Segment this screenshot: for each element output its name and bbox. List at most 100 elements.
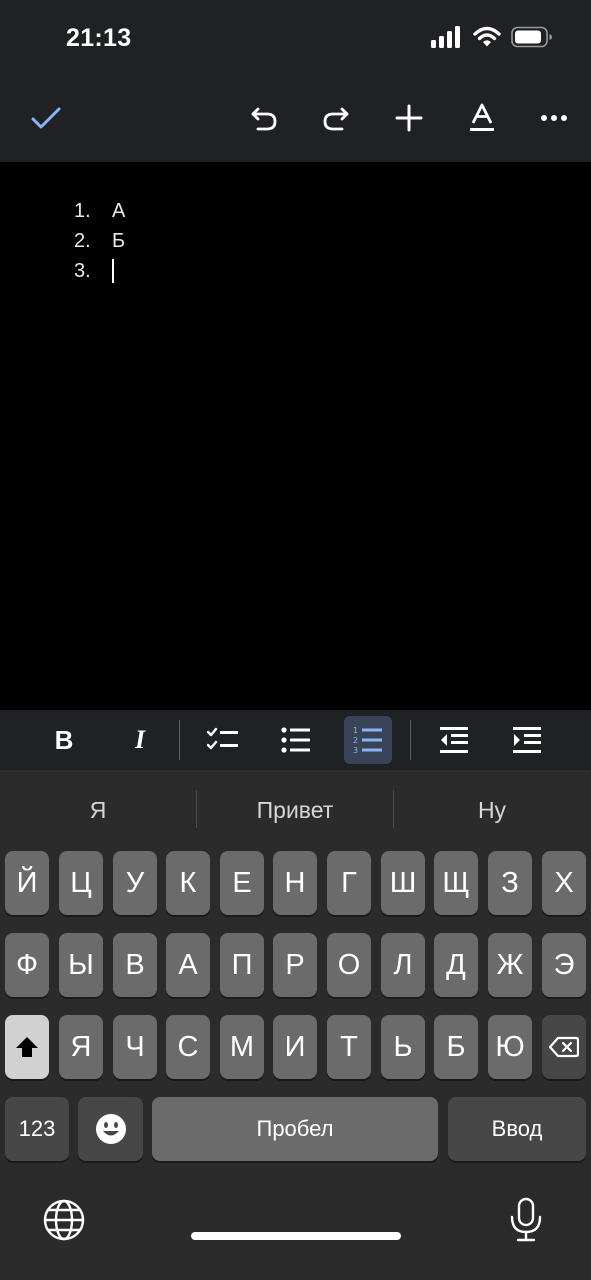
key[interactable]: Л — [381, 933, 425, 997]
list-text: А — [112, 199, 126, 222]
formatting-bar: B I 1 2 3 — [0, 710, 591, 770]
bullet-list-button[interactable] — [272, 716, 320, 764]
status-icons — [431, 26, 553, 48]
undo-button[interactable] — [240, 90, 288, 146]
top-bar: 21:13 — [0, 0, 591, 162]
divider — [410, 720, 411, 760]
key[interactable]: У — [113, 851, 157, 915]
redo-icon — [323, 107, 349, 131]
key[interactable]: Ы — [59, 933, 103, 997]
shift-key[interactable] — [5, 1015, 49, 1079]
italic-button[interactable]: I — [116, 716, 164, 764]
key[interactable]: Т — [327, 1015, 371, 1079]
bold-icon: B — [54, 724, 74, 755]
done-button[interactable] — [22, 90, 70, 146]
plus-icon — [395, 104, 423, 132]
insert-button[interactable] — [385, 90, 433, 146]
increase-indent-icon — [513, 727, 541, 753]
cellular-signal-icon — [431, 26, 460, 48]
key[interactable]: О — [327, 933, 371, 997]
key[interactable]: Й — [5, 851, 49, 915]
more-options-button[interactable] — [530, 90, 578, 146]
checklist-button[interactable] — [199, 716, 247, 764]
status-time: 21:13 — [66, 24, 132, 52]
suggestion-item[interactable]: Я — [0, 790, 196, 830]
numbered-list-icon: 1 2 3 — [353, 726, 382, 754]
list-item[interactable]: 1. А — [74, 196, 125, 226]
undo-icon — [251, 107, 277, 131]
globe-button[interactable] — [40, 1196, 88, 1244]
key[interactable]: Ф — [5, 933, 49, 997]
text-format-button[interactable] — [458, 90, 506, 146]
list-number: 3. — [74, 259, 91, 282]
checklist-icon — [207, 727, 238, 750]
suggestion-item[interactable]: Ну — [394, 790, 590, 830]
key[interactable]: Ж — [488, 933, 532, 997]
more-icon — [541, 115, 567, 121]
key[interactable]: Ш — [381, 851, 425, 915]
svg-text:1: 1 — [353, 726, 358, 735]
svg-text:2: 2 — [353, 736, 358, 745]
list-text: Б — [112, 229, 126, 252]
globe-icon — [43, 1199, 85, 1241]
key[interactable]: Я — [59, 1015, 103, 1079]
key[interactable]: Щ — [434, 851, 478, 915]
bold-button[interactable]: B — [40, 716, 88, 764]
numbered-list-button[interactable]: 1 2 3 — [344, 716, 392, 764]
bullet-list-icon — [281, 727, 310, 753]
emoji-key[interactable] — [78, 1097, 143, 1161]
text-cursor — [112, 259, 114, 283]
key[interactable]: Р — [273, 933, 317, 997]
text-format-icon — [470, 103, 494, 131]
key[interactable]: Х — [542, 851, 586, 915]
key[interactable]: Б — [434, 1015, 478, 1079]
redo-button[interactable] — [312, 90, 360, 146]
dictation-button[interactable] — [502, 1194, 550, 1246]
list-number: 2. — [74, 229, 91, 252]
home-indicator[interactable] — [191, 1232, 401, 1240]
backspace-key[interactable] — [542, 1015, 586, 1079]
return-key[interactable]: Ввод — [448, 1097, 586, 1161]
key[interactable]: Е — [220, 851, 264, 915]
list-item[interactable]: 3. — [74, 256, 125, 286]
key[interactable]: М — [220, 1015, 264, 1079]
emoji-icon — [95, 1114, 126, 1144]
numbered-list: 1. А 2. Б 3. — [74, 196, 125, 286]
key[interactable]: С — [166, 1015, 210, 1079]
decrease-indent-icon — [440, 727, 468, 753]
keyboard: Я Привет Ну Й Ц У К Е Н Г Ш Щ З Х Ф Ы В … — [0, 770, 591, 1280]
list-number: 1. — [74, 199, 91, 222]
key[interactable]: Н — [273, 851, 317, 915]
increase-indent-button[interactable] — [503, 716, 551, 764]
editor-toolbar — [0, 90, 591, 146]
shift-icon — [16, 1037, 38, 1057]
check-icon — [31, 107, 61, 129]
key[interactable]: Ч — [113, 1015, 157, 1079]
key[interactable]: К — [166, 851, 210, 915]
suggestion-bar: Я Привет Ну — [0, 770, 591, 848]
key[interactable]: Д — [434, 933, 478, 997]
key[interactable]: В — [113, 933, 157, 997]
key[interactable]: Г — [327, 851, 371, 915]
space-key[interactable]: Пробел — [152, 1097, 438, 1161]
key[interactable]: Ю — [488, 1015, 532, 1079]
list-item[interactable]: 2. Б — [74, 226, 125, 256]
key[interactable]: А — [166, 933, 210, 997]
key[interactable]: З — [488, 851, 532, 915]
divider — [179, 720, 180, 760]
battery-icon — [511, 26, 552, 48]
key[interactable]: Э — [542, 933, 586, 997]
suggestion-item[interactable]: Привет — [197, 790, 393, 830]
document-body[interactable]: 1. А 2. Б 3. — [0, 162, 591, 710]
wifi-icon — [473, 26, 501, 47]
key[interactable]: П — [220, 933, 264, 997]
microphone-icon — [510, 1197, 542, 1242]
key[interactable]: Ц — [59, 851, 103, 915]
numbers-key[interactable]: 123 — [5, 1097, 69, 1161]
key[interactable]: И — [273, 1015, 317, 1079]
italic-icon: I — [134, 725, 146, 754]
decrease-indent-button[interactable] — [430, 716, 478, 764]
backspace-icon — [549, 1036, 579, 1058]
key[interactable]: Ь — [381, 1015, 425, 1079]
svg-text:3: 3 — [353, 746, 358, 754]
